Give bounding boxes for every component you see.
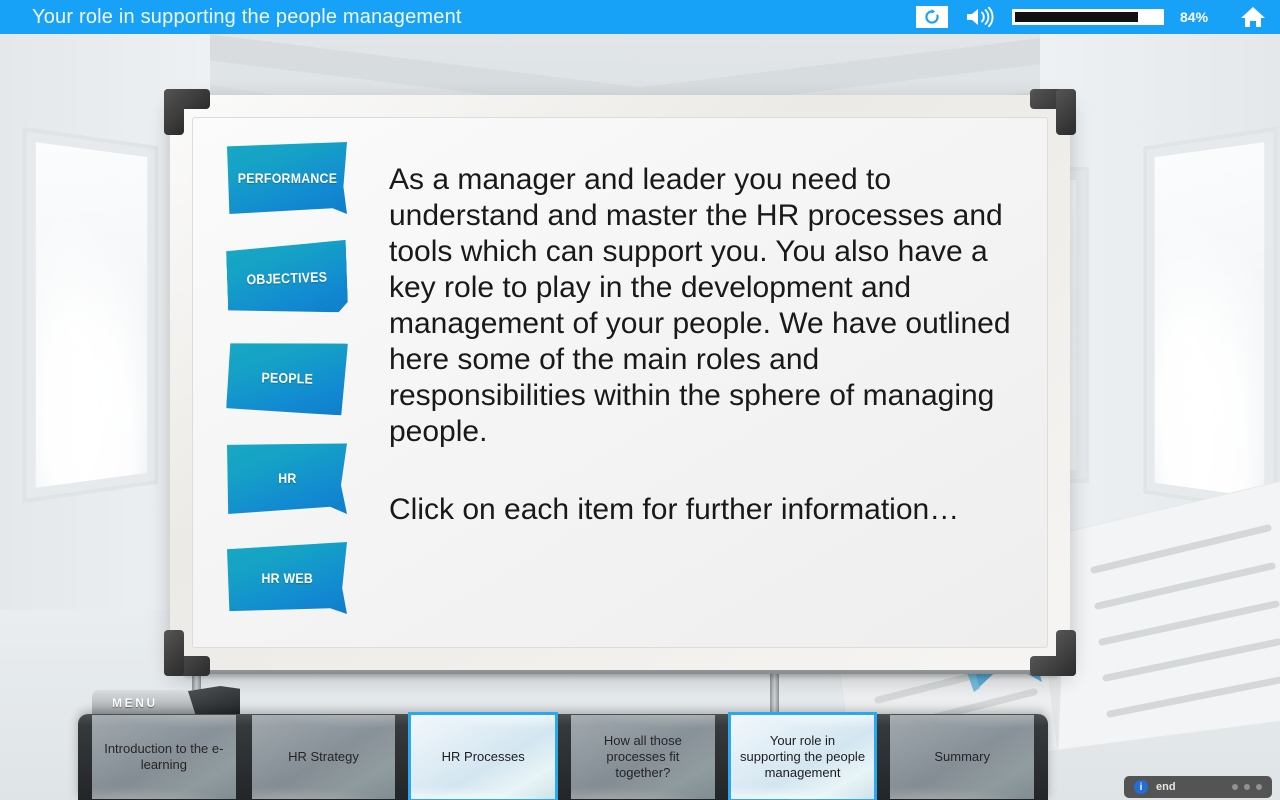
sticky-note-label: PERFORMANCE (237, 169, 337, 186)
thumbnail-introduction[interactable]: Introduction to the e-learning (92, 715, 236, 799)
bottom-menu-bar: MENU Introduction to the e-learning HR S… (78, 686, 1048, 800)
sticky-note-label: HR WEB (261, 569, 313, 586)
thumbnail-your-role[interactable]: Your role in supporting the people manag… (730, 715, 875, 800)
thumbnail-label: Introduction to the e-learning (104, 740, 224, 772)
progress-percent-label: 84% (1180, 9, 1209, 25)
frame-corner (1030, 89, 1076, 135)
page-title: Your role in supporting the people manag… (32, 5, 462, 28)
sticky-note-label: OBJECTIVES (246, 268, 328, 288)
menu-tab-label: MENU (112, 696, 158, 710)
sticky-note-performance[interactable]: PERFORMANCE (227, 142, 347, 214)
body-paragraph-2: Click on each item for further informati… (389, 493, 960, 526)
speaker-icon[interactable] (964, 6, 996, 28)
whiteboard-surface: PERFORMANCE OBJECTIVES PEOPLE HR HR WEB (192, 117, 1048, 648)
whiteboard-frame: PERFORMANCE OBJECTIVES PEOPLE HR HR WEB (164, 89, 1076, 676)
thumbnail-how-processes-fit[interactable]: How all those processes fit together? (571, 715, 715, 799)
thumbnail-hr-processes[interactable]: HR Processes (411, 715, 556, 799)
sticky-note-hr-web[interactable]: HR WEB (227, 542, 347, 614)
thumbnail-label: How all those processes fit together? (603, 732, 682, 781)
slide-thumbnail-list: Introduction to the e-learning HR Strate… (78, 714, 1048, 800)
frame-corner (1030, 630, 1076, 676)
replay-icon[interactable] (916, 6, 948, 28)
progress-fill (1015, 12, 1138, 22)
thumbnail-label: Summary (934, 748, 990, 764)
sticky-note-label: HR (277, 469, 297, 486)
sticky-note-hr[interactable]: HR (227, 442, 347, 514)
progress-bar[interactable] (1012, 9, 1164, 25)
sticky-note-list: PERFORMANCE OBJECTIVES PEOPLE HR HR WEB (227, 142, 367, 642)
thumbnail-hr-strategy[interactable]: HR Strategy (251, 715, 396, 799)
menu-tab[interactable]: MENU (92, 690, 202, 716)
header-controls: 84% (916, 0, 1280, 34)
sticky-note-objectives[interactable]: OBJECTIVES (227, 242, 347, 314)
sticky-note-people[interactable]: PEOPLE (227, 342, 347, 414)
frame-corner (164, 630, 210, 676)
slide-body-text: As a manager and leader you need to unde… (389, 162, 1011, 528)
player-status-bar: i end (1124, 776, 1272, 798)
thumbnail-label: HR Strategy (288, 748, 359, 764)
window (35, 142, 148, 488)
player-status-label: end (1156, 781, 1176, 793)
whiteboard: PERFORMANCE OBJECTIVES PEOPLE HR HR WEB (164, 89, 1076, 785)
player-dots[interactable] (1232, 784, 1262, 790)
body-paragraph-1: As a manager and leader you need to unde… (389, 163, 1011, 448)
thumbnail-label: HR Processes (441, 748, 525, 764)
info-icon[interactable]: i (1134, 780, 1148, 794)
sticky-note-label: PEOPLE (261, 368, 313, 387)
top-header-bar: Your role in supporting the people manag… (0, 0, 1280, 34)
thumbnail-label: Your role in supporting the people manag… (740, 732, 866, 781)
home-icon[interactable] (1234, 0, 1272, 34)
thumbnail-summary[interactable]: Summary (890, 715, 1035, 799)
menu-flap-decoration (188, 686, 240, 714)
frame-corner (164, 89, 210, 135)
elearning-slide: Your role in supporting the people manag… (0, 0, 1280, 800)
